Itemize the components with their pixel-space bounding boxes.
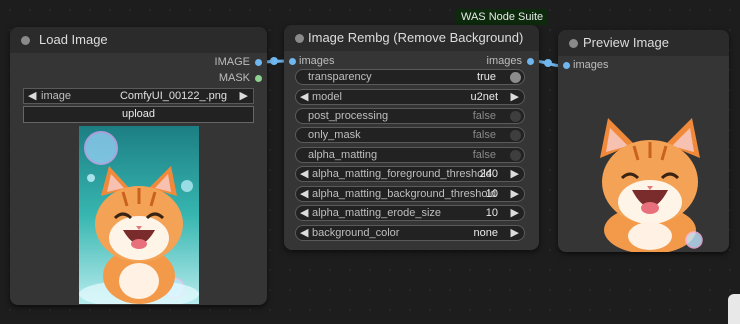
decrement-arrow-icon[interactable]: ◀	[300, 206, 308, 219]
preview-image-output	[600, 118, 703, 252]
output-mask-socket[interactable]	[255, 75, 262, 82]
input-images-socket[interactable]	[563, 62, 570, 69]
increment-arrow-icon[interactable]: ▶	[511, 187, 519, 200]
widget-value: 240	[479, 168, 498, 180]
node-title: Image Rembg (Remove Background)	[308, 30, 524, 45]
next-arrow-icon[interactable]: ▶	[511, 226, 519, 239]
widget-label: alpha_matting_foreground_threshold	[312, 168, 492, 180]
widget-value: u2net	[470, 91, 498, 103]
node-title-bar[interactable]: Preview Image	[558, 30, 729, 56]
output-images-socket[interactable]	[527, 58, 534, 65]
toggle-off-icon[interactable]	[510, 130, 521, 141]
widget-value: none	[473, 227, 498, 239]
input-images-socket[interactable]	[289, 58, 296, 65]
image-widget-label: image	[41, 90, 71, 102]
widget-value: false	[472, 129, 496, 141]
widget-value: false	[472, 149, 496, 161]
node-title-bar[interactable]: Load Image	[10, 27, 267, 53]
output-images-label: images	[486, 55, 522, 67]
toggle-on-icon[interactable]	[510, 72, 521, 83]
widget-label: background_color	[312, 227, 400, 239]
increment-arrow-icon[interactable]: ▶	[511, 206, 519, 219]
widget-background-color[interactable]: ◀ background_color none ▶	[295, 225, 525, 241]
widget-value: 10	[485, 188, 498, 200]
node-title-bar[interactable]: Image Rembg (Remove Background)	[284, 25, 539, 51]
rembg-node[interactable]: Image Rembg (Remove Background) images i…	[284, 25, 539, 250]
load-image-node[interactable]: Load Image IMAGE MASK ◀ image ComfyUI_00…	[10, 27, 267, 305]
prev-arrow-icon[interactable]: ◀	[300, 90, 308, 103]
next-arrow-icon[interactable]: ▶	[240, 89, 248, 102]
toggle-off-icon[interactable]	[510, 111, 521, 122]
output-image-label: IMAGE	[214, 56, 250, 68]
node-title: Preview Image	[583, 35, 669, 50]
widget-label: model	[312, 91, 342, 103]
image-select-widget[interactable]: ◀ image ComfyUI_00122_.png ▶	[23, 88, 254, 104]
preview-image-node[interactable]: Preview Image images	[558, 30, 729, 252]
widget-only-mask[interactable]: only_mask false	[295, 127, 525, 143]
widget-value: false	[472, 110, 496, 122]
widget-post-processing[interactable]: post_processing false	[295, 108, 525, 124]
widget-label: alpha_matting_erode_size	[312, 207, 442, 219]
widget-fg-threshold[interactable]: ◀ alpha_matting_foreground_threshold 240…	[295, 166, 525, 182]
next-arrow-icon[interactable]: ▶	[511, 90, 519, 103]
widget-bg-threshold[interactable]: ◀ alpha_matting_background_threshold 10 …	[295, 186, 525, 202]
widget-label: alpha_matting	[308, 149, 378, 161]
loaded-image-preview	[79, 126, 199, 304]
link-midpoint	[270, 57, 278, 65]
widget-model[interactable]: ◀ model u2net ▶	[295, 89, 525, 105]
widget-transparency[interactable]: transparency true	[295, 69, 525, 85]
upload-button[interactable]: upload	[23, 106, 254, 123]
input-images-label: images	[573, 59, 609, 71]
collapse-dot-icon[interactable]	[295, 34, 304, 43]
node-suite-badge: WAS Node Suite	[456, 9, 549, 25]
prev-arrow-icon[interactable]: ◀	[28, 89, 36, 102]
decrement-arrow-icon[interactable]: ◀	[300, 167, 308, 180]
output-mask-label: MASK	[218, 72, 250, 84]
collapse-dot-icon[interactable]	[21, 36, 30, 45]
widget-value: 10	[485, 207, 498, 219]
widget-value: true	[477, 71, 496, 83]
input-images-label: images	[299, 55, 335, 67]
widget-label: transparency	[308, 71, 372, 83]
toggle-off-icon[interactable]	[510, 150, 521, 161]
widget-label: only_mask	[308, 129, 361, 141]
collapse-dot-icon[interactable]	[569, 39, 578, 48]
partial-node-edge[interactable]	[728, 294, 740, 324]
node-title: Load Image	[39, 32, 108, 47]
prev-arrow-icon[interactable]: ◀	[300, 226, 308, 239]
decrement-arrow-icon[interactable]: ◀	[300, 187, 308, 200]
widget-label: alpha_matting_background_threshold	[312, 188, 497, 200]
widget-erode-size[interactable]: ◀ alpha_matting_erode_size 10 ▶	[295, 205, 525, 221]
widget-alpha-matting[interactable]: alpha_matting false	[295, 147, 525, 163]
link-midpoint	[544, 59, 552, 67]
output-image-socket[interactable]	[255, 59, 262, 66]
widget-label: post_processing	[308, 110, 389, 122]
image-widget-value: ComfyUI_00122_.png	[119, 90, 227, 102]
increment-arrow-icon[interactable]: ▶	[511, 167, 519, 180]
